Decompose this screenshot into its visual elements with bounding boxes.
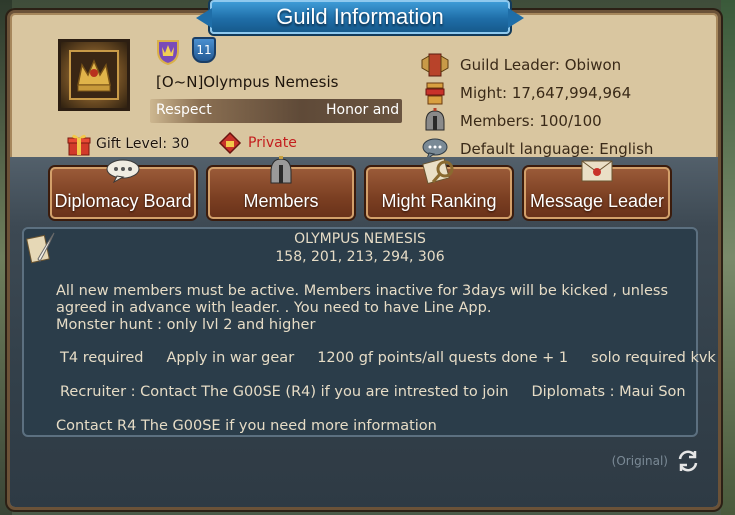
leader-crest-icon <box>420 52 450 78</box>
motto-text-left: Respect <box>156 102 212 118</box>
description-line: Recruiter : Contact The G00SE (R4) if yo… <box>60 384 686 400</box>
description-kingdoms: 158, 201, 213, 294, 306 <box>275 249 445 265</box>
message-leader-button[interactable]: Message Leader <box>524 160 670 219</box>
speech-bubble-icon <box>104 157 142 185</box>
guild-leader-text: Guild Leader: Obiwon <box>460 56 622 74</box>
privacy-text: Private <box>248 135 297 151</box>
description-title: OLYMPUS NEMESIS <box>294 231 426 247</box>
helmet-icon <box>262 156 300 185</box>
description-line: Monster hunt : only lvl 2 and higher <box>56 317 316 333</box>
guild-description-panel[interactable]: OLYMPUS NEMESIS 158, 201, 213, 294, 306 … <box>22 227 716 437</box>
description-line: T4 required Apply in war gear 1200 gf po… <box>60 350 716 366</box>
members-label: Members <box>243 191 319 211</box>
guild-stats-list: Guild Leader: Obiwon Might: 17,647,994,9… <box>420 51 710 163</box>
default-language-text: Default language: English <box>460 140 654 158</box>
lock-diamond-icon <box>218 131 242 155</box>
gift-level: Gift Level: 30 <box>66 131 189 157</box>
might-ranking-button[interactable]: Might Ranking <box>366 157 512 219</box>
guild-motto-bar: Respect Honor and <box>150 99 402 123</box>
action-button-bar: Diplomacy Board Members Might Ranking Me… <box>10 156 718 227</box>
members-count-text: Members: 100/100 <box>460 112 602 130</box>
gift-icon <box>67 134 91 156</box>
guild-emblem[interactable] <box>58 39 130 111</box>
might-ranking-label: Might Ranking <box>381 191 497 211</box>
description-line: All new members must be active. Members … <box>56 283 669 299</box>
envelope-icon <box>578 157 616 185</box>
guild-info-window: 11 [O~N]Olympus Nemesis Respect Honor an… <box>7 10 721 510</box>
diplomacy-board-label: Diplomacy Board <box>54 191 192 211</box>
crown-emblem-icon <box>69 50 119 100</box>
translation-toggle[interactable]: (Original) <box>612 449 700 473</box>
window-title: Guild Information <box>276 4 444 29</box>
motto-text-right: Honor and <box>326 102 400 118</box>
rank-shield-icon <box>154 37 182 65</box>
background-right-edge <box>721 0 735 515</box>
refresh-icon[interactable] <box>676 449 700 473</box>
magnifier-scroll-icon <box>420 157 458 185</box>
guild-level-badge: 11 <box>192 37 216 63</box>
members-button[interactable]: Members <box>208 156 354 219</box>
guild-header: 11 [O~N]Olympus Nemesis Respect Honor an… <box>20 27 714 161</box>
guild-description-area: OLYMPUS NEMESIS 158, 201, 213, 294, 306 … <box>10 227 718 507</box>
might-row: Might: 17,647,994,964 <box>420 79 710 107</box>
description-line: agreed in advance with leader. . You nee… <box>56 300 492 316</box>
privacy-status: Private <box>218 131 297 155</box>
diplomacy-board-button[interactable]: Diplomacy Board <box>50 159 196 219</box>
leader-row: Guild Leader: Obiwon <box>420 51 710 79</box>
might-text: Might: 17,647,994,964 <box>460 84 632 102</box>
original-label: (Original) <box>611 454 668 468</box>
description-line: Contact R4 The G00SE if you need more in… <box>56 418 437 434</box>
gift-level-text: Gift Level: 30 <box>96 136 190 152</box>
might-fist-icon <box>420 80 450 106</box>
window-title-banner: Guild Information <box>196 0 524 34</box>
guild-name: [O~N]Olympus Nemesis <box>156 73 339 91</box>
message-leader-label: Message Leader <box>529 191 665 211</box>
helmet-icon <box>420 108 450 134</box>
members-row: Members: 100/100 <box>420 107 710 135</box>
